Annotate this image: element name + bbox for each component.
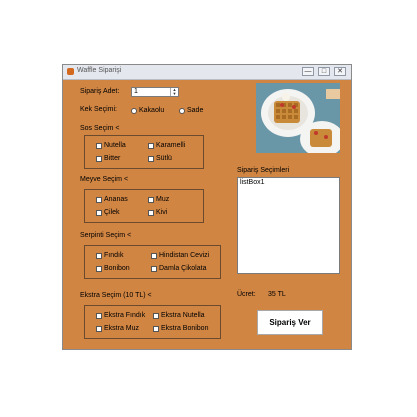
price-label: Ücret: — [237, 291, 256, 298]
checkbox-ekstra-muz-label: Ekstra Muz — [104, 325, 140, 332]
checkbox-nutella[interactable] — [96, 143, 102, 149]
price-value: 35 TL — [268, 291, 286, 298]
checkbox-muz[interactable] — [148, 197, 154, 203]
checkbox-nutella-label: Nutella — [104, 142, 126, 149]
checkbox-ekstra-bonibon-label: Ekstra Bonibon — [161, 325, 209, 332]
maximize-button[interactable]: □ — [318, 67, 330, 76]
checkbox-karamelli-label: Karamelli — [156, 142, 186, 149]
app-icon — [67, 68, 74, 75]
sprinkle-group — [84, 245, 221, 279]
checkbox-damla-cikolata[interactable] — [151, 266, 157, 272]
checkbox-bitter-label: Bitter — [104, 155, 121, 162]
quantity-stepper[interactable]: 1 ▲ ▼ — [131, 87, 179, 97]
fruit-label: Meyve Seçim < — [80, 176, 129, 183]
radio-kakaolu[interactable] — [131, 108, 137, 114]
fruit-group — [84, 189, 204, 223]
sauce-group — [84, 135, 204, 169]
checkbox-ekstra-nutella-label: Ekstra Nutella — [161, 312, 205, 319]
checkbox-bitter[interactable] — [96, 156, 102, 162]
checkbox-ananas-label: Ananas — [104, 196, 128, 203]
checkbox-ekstra-findik[interactable] — [96, 313, 102, 319]
extra-group — [84, 305, 221, 339]
checkbox-bonibon-label: Bonibon — [104, 265, 130, 272]
waffle-photo — [256, 83, 340, 153]
checkbox-cilek-label: Çilek — [104, 209, 120, 216]
sauce-label: Sos Seçim < — [80, 125, 120, 132]
cake-label: Kek Seçimi: — [80, 106, 117, 113]
quantity-label: Sipariş Adet: — [80, 88, 120, 95]
checkbox-bonibon[interactable] — [96, 266, 102, 272]
window-title: Waffle Siparişi — [77, 67, 122, 74]
checkbox-kivi-label: Kivi — [156, 209, 168, 216]
checkbox-findik-label: Fındık — [104, 252, 124, 259]
checkbox-kivi[interactable] — [148, 210, 154, 216]
selections-listbox[interactable]: listBox1 — [237, 177, 340, 274]
checkbox-damla-cikolata-label: Damla Çikolata — [159, 265, 207, 272]
checkbox-sutlu-label: Sütlü — [156, 155, 172, 162]
checkbox-hindistan-cevizi-label: Hindistan Cevizi — [159, 252, 210, 259]
sprinkle-label: Serpinti Seçim < — [80, 232, 132, 239]
minimize-button[interactable]: — — [302, 67, 314, 76]
checkbox-ekstra-muz[interactable] — [96, 326, 102, 332]
checkbox-hindistan-cevizi[interactable] — [151, 253, 157, 259]
checkbox-ananas[interactable] — [96, 197, 102, 203]
title-bar: Waffle Siparişi — □ ✕ — [63, 65, 351, 80]
waffle-image-icon — [256, 83, 340, 153]
spin-arrows-icon[interactable]: ▲ ▼ — [170, 88, 178, 96]
checkbox-sutlu[interactable] — [148, 156, 154, 162]
order-button[interactable]: Sipariş Ver — [257, 310, 323, 335]
radio-kakaolu-label: Kakaolu — [139, 107, 165, 114]
checkbox-karamelli[interactable] — [148, 143, 154, 149]
close-button[interactable]: ✕ — [334, 67, 346, 76]
quantity-value: 1 — [134, 88, 138, 95]
listbox-text: listBox1 — [240, 179, 265, 186]
checkbox-muz-label: Muz — [156, 196, 170, 203]
checkbox-ekstra-nutella[interactable] — [153, 313, 159, 319]
checkbox-ekstra-bonibon[interactable] — [153, 326, 159, 332]
app-window: Waffle Siparişi — □ ✕ Sipariş Adet: 1 ▲ ▼… — [62, 64, 352, 350]
checkbox-ekstra-findik-label: Ekstra Fındık — [104, 312, 146, 319]
selections-label: Sipariş Seçimleri — [237, 167, 290, 174]
checkbox-cilek[interactable] — [96, 210, 102, 216]
radio-sade-label: Sade — [187, 107, 204, 114]
radio-sade[interactable] — [179, 108, 185, 114]
extra-label: Ekstra Seçim (10 TL) < — [80, 292, 152, 299]
checkbox-findik[interactable] — [96, 253, 102, 259]
